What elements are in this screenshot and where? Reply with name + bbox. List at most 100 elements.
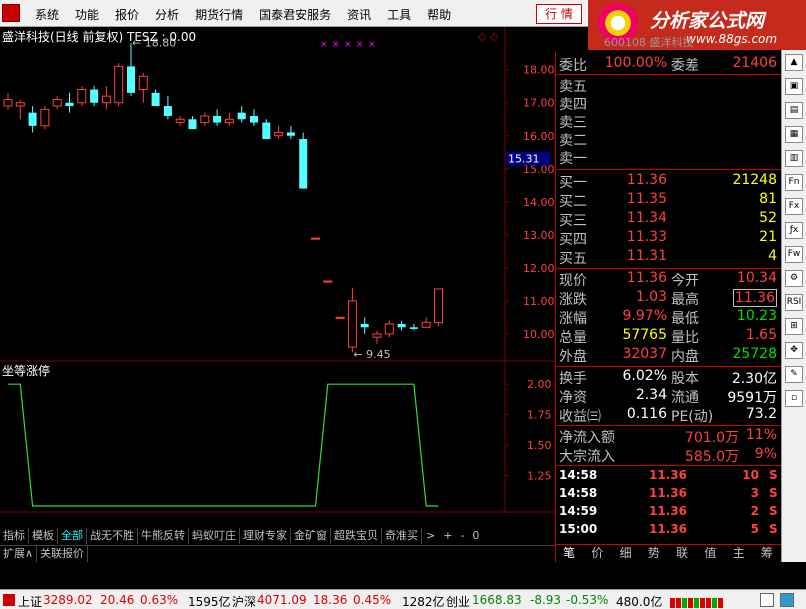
tab-template[interactable]: 模板 <box>29 528 58 544</box>
side-tool-button[interactable]: ▤ <box>785 102 803 119</box>
side-tool-button[interactable]: ▥ <box>785 150 803 167</box>
stat-row: 涨幅 9.97% 最低 10.23 <box>559 308 777 327</box>
buy-row[interactable]: 买五 11.31 4 <box>559 248 779 267</box>
sell-row[interactable]: 卖三 <box>559 112 779 131</box>
menu-news[interactable]: 资讯 <box>339 6 379 23</box>
candle-body <box>360 323 369 328</box>
signal-marker: × <box>356 40 364 50</box>
side-tool-button[interactable]: ▣ <box>785 78 803 95</box>
tab-price[interactable]: 价 <box>583 545 611 562</box>
tab-scroll-right[interactable]: > <box>422 528 439 544</box>
tab-ant[interactable]: 蚂蚁叮庄 <box>189 528 240 544</box>
candle-body <box>40 108 50 127</box>
indicator-line <box>8 383 439 507</box>
menu-function[interactable]: 功能 <box>67 6 107 23</box>
candle-body <box>175 118 185 124</box>
side-tool-button[interactable]: ƒx <box>785 222 803 239</box>
tab-gold-mine[interactable]: 金矿窗 <box>291 528 331 544</box>
connection-icon[interactable] <box>760 593 774 607</box>
side-tool-button[interactable]: ▫ <box>785 390 803 407</box>
signal-marker: × <box>368 40 376 50</box>
tab-indicator[interactable]: 指标 <box>0 528 29 544</box>
menu-gtja-service[interactable]: 国泰君安服务 <box>251 6 339 23</box>
candle-body <box>138 75 148 91</box>
weibi-row: 委比 100.00% 委差 21406 <box>559 55 777 74</box>
menu-quote[interactable]: 报价 <box>107 6 147 23</box>
side-tool-button[interactable]: Fn <box>785 174 803 191</box>
kline-chart[interactable]: 18.0017.0016.0015.0014.0013.0012.0011.00… <box>0 27 555 513</box>
expand-button[interactable]: 扩展∧ <box>0 546 38 562</box>
candle-body <box>372 333 382 338</box>
side-tool-button[interactable]: ▲ <box>785 54 803 71</box>
tab-detail[interactable]: 细 <box>612 545 640 562</box>
menu-items: 系统 功能 报价 分析 期货行情 国泰君安服务 资讯 工具 帮助 <box>27 6 459 23</box>
tab-precise-buy[interactable]: 奇准买 <box>382 528 422 544</box>
tab-bull-bear[interactable]: 牛熊反转 <box>138 528 189 544</box>
quote-button[interactable]: 行 情 <box>536 4 582 24</box>
side-tool-button[interactable]: ✎ <box>785 366 803 383</box>
indicator-tick-label: 1.25 <box>527 470 552 483</box>
tab-invincible[interactable]: 战无不胜 <box>87 528 138 544</box>
candle-body <box>384 323 394 335</box>
tab-value[interactable]: 值 <box>696 545 724 562</box>
signal-marker: × <box>320 40 328 50</box>
network-icon[interactable] <box>780 593 794 607</box>
candle-body <box>151 92 160 107</box>
side-tool-button[interactable]: ▦ <box>785 126 803 143</box>
sell-row[interactable]: 卖一 <box>559 148 779 167</box>
quote-panel: 委比 100.00% 委差 21406 卖五 卖四 卖三 卖二 卖一 买一 11… <box>555 52 782 562</box>
candle-body <box>213 115 222 123</box>
buy-row[interactable]: 买二 11.35 81 <box>559 191 779 210</box>
side-tool-button[interactable]: ✥ <box>785 342 803 359</box>
zoom-out-button[interactable]: - <box>456 528 468 544</box>
tab-finance-expert[interactable]: 理财专家 <box>240 528 291 544</box>
candle-body <box>3 98 13 107</box>
candle-body <box>274 131 284 137</box>
tab-chips[interactable]: 筹 <box>753 545 781 562</box>
buy-row[interactable]: 买一 11.36 21248 <box>559 172 779 191</box>
price-tick-label: 18.00 <box>523 64 555 77</box>
sell-row[interactable]: 卖二 <box>559 130 779 149</box>
menu-analysis[interactable]: 分析 <box>147 6 187 23</box>
logo-faded-text: 600108 盛洋科技 <box>604 36 694 49</box>
menu-help[interactable]: 帮助 <box>419 6 459 23</box>
side-tool-button[interactable]: RSI <box>785 294 803 311</box>
candle-body <box>101 95 111 104</box>
side-tool-button[interactable]: Fx <box>785 198 803 215</box>
zoom-in-button[interactable]: + <box>439 528 456 544</box>
buy-row[interactable]: 买四 11.33 21 <box>559 229 779 248</box>
candle-body <box>286 132 295 136</box>
tab-oversold[interactable]: 超跌宝贝 <box>331 528 382 544</box>
stat-row: 总量 57765 量比 1.65 <box>559 327 777 346</box>
tab-trend[interactable]: 势 <box>640 545 668 562</box>
buy-row[interactable]: 买三 11.34 52 <box>559 210 779 229</box>
reset-button[interactable]: 0 <box>468 528 483 544</box>
menu-tools[interactable]: 工具 <box>379 6 419 23</box>
tab-ticks[interactable]: 笔 <box>555 545 583 562</box>
candle-body <box>262 122 271 140</box>
signal-marker: × <box>344 40 352 50</box>
logo-url: www.88gs.com <box>686 32 778 46</box>
candle-body <box>15 102 25 107</box>
candle-body <box>323 280 333 283</box>
chart-corner-icons[interactable]: ◇ ◇ <box>478 30 498 43</box>
menu-futures[interactable]: 期货行情 <box>187 6 251 23</box>
side-tool-button[interactable]: ⊞ <box>785 318 803 335</box>
indicator-tick-label: 2.00 <box>527 378 552 391</box>
sell-row[interactable]: 卖四 <box>559 94 779 113</box>
indicator-tick-label: 1.50 <box>527 439 552 452</box>
tab-main[interactable]: 主 <box>725 545 753 562</box>
tab-related[interactable]: 联 <box>668 545 696 562</box>
sell-row[interactable]: 卖五 <box>559 76 779 95</box>
app-logo-icon[interactable] <box>2 4 20 22</box>
trade-row: 14:59 11.36 2S <box>559 504 778 518</box>
candle-body <box>114 65 124 104</box>
tab-all[interactable]: 全部 <box>58 528 87 544</box>
side-tool-button[interactable]: Fw <box>785 246 803 263</box>
candle-body <box>299 139 308 189</box>
side-tool-button[interactable]: ⚙ <box>785 270 803 287</box>
market-icon[interactable] <box>3 594 15 606</box>
related-quote-tab[interactable]: 关联报价 <box>37 546 89 562</box>
menu-system[interactable]: 系统 <box>27 6 67 23</box>
detail-tabs: 笔 价 细 势 联 值 主 筹 <box>555 544 781 562</box>
